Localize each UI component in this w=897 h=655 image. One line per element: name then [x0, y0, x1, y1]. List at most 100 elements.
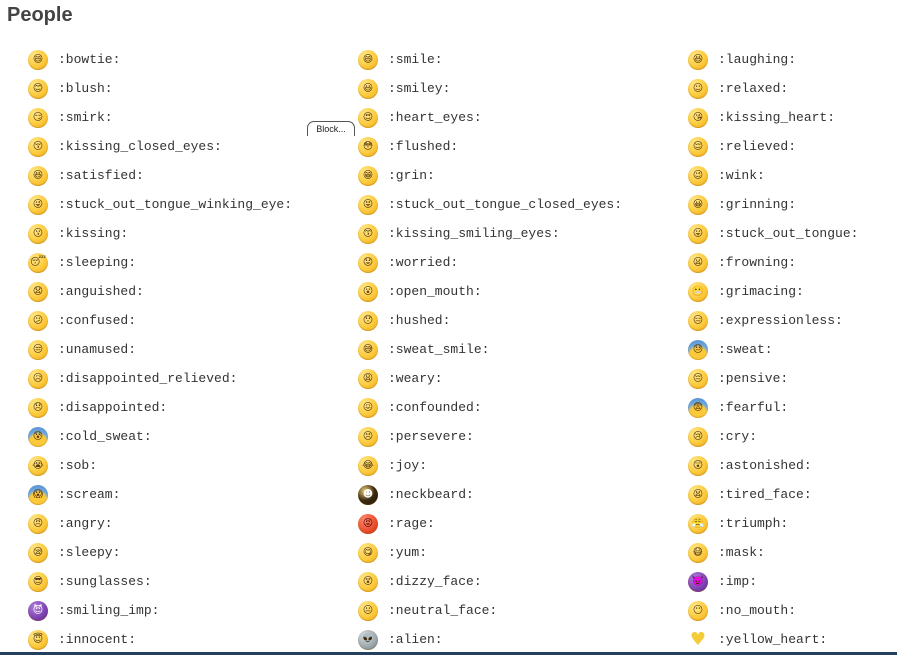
emoji-item[interactable]: 😎:sunglasses: — [28, 567, 358, 596]
emoji-code: :relaxed: — [718, 81, 789, 96]
emoji-item[interactable]: 😪:sleepy: — [28, 538, 358, 567]
emoji-code: :triumph: — [718, 516, 789, 531]
emoji-item[interactable]: 😩:weary: — [358, 364, 688, 393]
emoji-item[interactable]: 😣:persevere: — [358, 422, 688, 451]
emoji-item[interactable]: 😡:rage: — [358, 509, 688, 538]
emoji-item[interactable]: 😄:smile: — [358, 45, 688, 74]
weary-icon: 😩 — [358, 368, 378, 389]
emoji-code: :unamused: — [58, 342, 137, 357]
emoji-item[interactable]: 😠:angry: — [28, 509, 358, 538]
emoji-code: :kissing_closed_eyes: — [58, 139, 222, 154]
heart-eyes-icon: 😍 — [358, 107, 378, 128]
emoji-item[interactable]: 😙:kissing_smiling_eyes: — [358, 219, 688, 248]
confounded-icon: 😖 — [358, 397, 378, 418]
emoji-item[interactable]: 😀:grinning: — [688, 190, 888, 219]
emoji-item[interactable]: 😬:grimacing: — [688, 277, 888, 306]
emoji-item[interactable]: 😅:sweat_smile: — [358, 335, 688, 364]
emoji-item[interactable]: 😑:expressionless: — [688, 306, 888, 335]
yum-icon: 😋 — [358, 542, 378, 563]
emoji-code: :imp: — [718, 574, 758, 589]
blush-icon: 😊 — [28, 78, 48, 99]
emoji-code: :disappointed: — [58, 400, 168, 415]
emoji-code: :scream: — [58, 487, 121, 502]
emoji-item[interactable]: 😘:kissing_heart: — [688, 103, 888, 132]
expressionless-icon: 😑 — [688, 310, 708, 331]
emoji-code: :fearful: — [718, 400, 789, 415]
emoji-item[interactable]: 👽:alien: — [358, 625, 688, 654]
neutral-face-icon: 😐 — [358, 600, 378, 621]
emoji-item[interactable]: 😗:kissing: — [28, 219, 358, 248]
emoji-item[interactable]: 😌:relieved: — [688, 132, 888, 161]
emoji-grid: 😄:bowtie: 😄:smile: 😆:laughing: 😊:blush: 😃:sm… — [28, 45, 888, 654]
emoji-item[interactable]: 😓:sweat: — [688, 335, 888, 364]
innocent-icon: 😇 — [28, 629, 48, 650]
emoji-item[interactable]: 😭:sob: — [28, 451, 358, 480]
emoji-item[interactable]: 😊:blush: — [28, 74, 358, 103]
dizzy-face-icon: 😵 — [358, 571, 378, 592]
scream-icon: 😱 — [28, 484, 48, 505]
stuck-out-tongue-icon: 😛 — [688, 223, 708, 244]
emoji-item[interactable]: 😈:smiling_imp: — [28, 596, 358, 625]
stuck-out-tongue-winking-eye-icon: 😜 — [28, 194, 48, 215]
emoji-item[interactable]: 😢:cry: — [688, 422, 888, 451]
emoji-item[interactable]: ☺:relaxed: — [688, 74, 888, 103]
emoji-code: :laughing: — [718, 52, 797, 67]
emoji-code: :sunglasses: — [58, 574, 152, 589]
emoji-item[interactable]: 😞:disappointed: — [28, 393, 358, 422]
emoji-code: :tired_face: — [718, 487, 812, 502]
unamused-icon: 😒 — [28, 339, 48, 360]
emoji-item[interactable]: 😲:astonished: — [688, 451, 888, 480]
emoji-item[interactable]: 😛 :stuck_out_tongue: — [688, 219, 888, 248]
emoji-item[interactable]: 😉:wink: — [688, 161, 888, 190]
cold-sweat-icon: 😰 — [28, 426, 48, 447]
emoji-code: :pensive: — [718, 371, 789, 386]
emoji-item[interactable]: 😵:dizzy_face: — [358, 567, 688, 596]
emoji-item[interactable]: 😖:confounded: — [358, 393, 688, 422]
emoji-item[interactable]: 😶:no_mouth: — [688, 596, 888, 625]
emoji-item[interactable]: 😳:flushed: — [358, 132, 688, 161]
emoji-item[interactable]: 😨:fearful: — [688, 393, 888, 422]
emoji-item[interactable]: 😦:frowning: — [688, 248, 888, 277]
emoji-item[interactable]: 😂:joy: — [358, 451, 688, 480]
emoji-item[interactable]: 😫:tired_face: — [688, 480, 888, 509]
emoji-item[interactable]: 😆:laughing: — [688, 45, 888, 74]
emoji-item[interactable]: 😆:satisfied: — [28, 161, 358, 190]
emoji-item[interactable]: 😧:anguished: — [28, 277, 358, 306]
emoji-item[interactable]: 😒 :unamused: — [28, 335, 358, 364]
emoji-item[interactable]: 😍:heart_eyes: — [358, 103, 688, 132]
disappointed-relieved-icon: 😥 — [28, 368, 48, 389]
emoji-item[interactable]: 😷:mask: — [688, 538, 888, 567]
emoji-item[interactable]: 😚:kissing_closed_eyes: — [28, 132, 358, 161]
emoji-item[interactable]: 👿:imp: — [688, 567, 888, 596]
emoji-item[interactable]: 😴:sleeping: — [28, 248, 358, 277]
emoji-item[interactable]: 😮:open_mouth: — [358, 277, 688, 306]
emoji-item[interactable]: 😇:innocent: — [28, 625, 358, 654]
kissing-smiling-eyes-icon: 😙 — [358, 223, 378, 244]
emoji-item[interactable]: ☻:neckbeard: — [358, 480, 688, 509]
emoji-item[interactable]: 😟:worried: — [358, 248, 688, 277]
emoji-item[interactable]: 😐:neutral_face: — [358, 596, 688, 625]
no-mouth-icon: 😶 — [688, 600, 708, 621]
emoji-item[interactable]: 😜:stuck_out_tongue_winking_eye: — [28, 190, 358, 219]
emoji-item[interactable]: 😏:smirk: — [28, 103, 358, 132]
emoji-item[interactable]: ♥:yellow_heart: — [688, 625, 888, 654]
emoji-item[interactable]: 😋:yum: — [358, 538, 688, 567]
emoji-code: :cold_sweat: — [58, 429, 152, 444]
emoji-item[interactable]: 😯:hushed: — [358, 306, 688, 335]
emoji-item[interactable]: 😝:stuck_out_tongue_closed_eyes: — [358, 190, 688, 219]
emoji-item[interactable]: 😄:bowtie: — [28, 45, 358, 74]
neckbeard-icon: ☻ — [358, 484, 378, 505]
emoji-item[interactable]: 😔:pensive: — [688, 364, 888, 393]
emoji-item[interactable]: 😕:confused: — [28, 306, 358, 335]
bowtie-icon: 😄 — [28, 49, 48, 70]
emoji-item[interactable]: 😁:grin: — [358, 161, 688, 190]
emoji-code: :stuck_out_tongue: — [718, 226, 859, 241]
sleepy-icon: 😪 — [28, 542, 48, 563]
triumph-icon: 😤 — [688, 513, 708, 534]
emoji-item[interactable]: 😤 :triumph: — [688, 509, 888, 538]
emoji-item[interactable]: 😃:smiley: — [358, 74, 688, 103]
emoji-item[interactable]: 😰 :cold_sweat: — [28, 422, 358, 451]
emoji-item[interactable]: 😱 :scream: — [28, 480, 358, 509]
emoji-item[interactable]: 😥:disappointed_relieved: — [28, 364, 358, 393]
worried-icon: 😟 — [358, 252, 378, 273]
